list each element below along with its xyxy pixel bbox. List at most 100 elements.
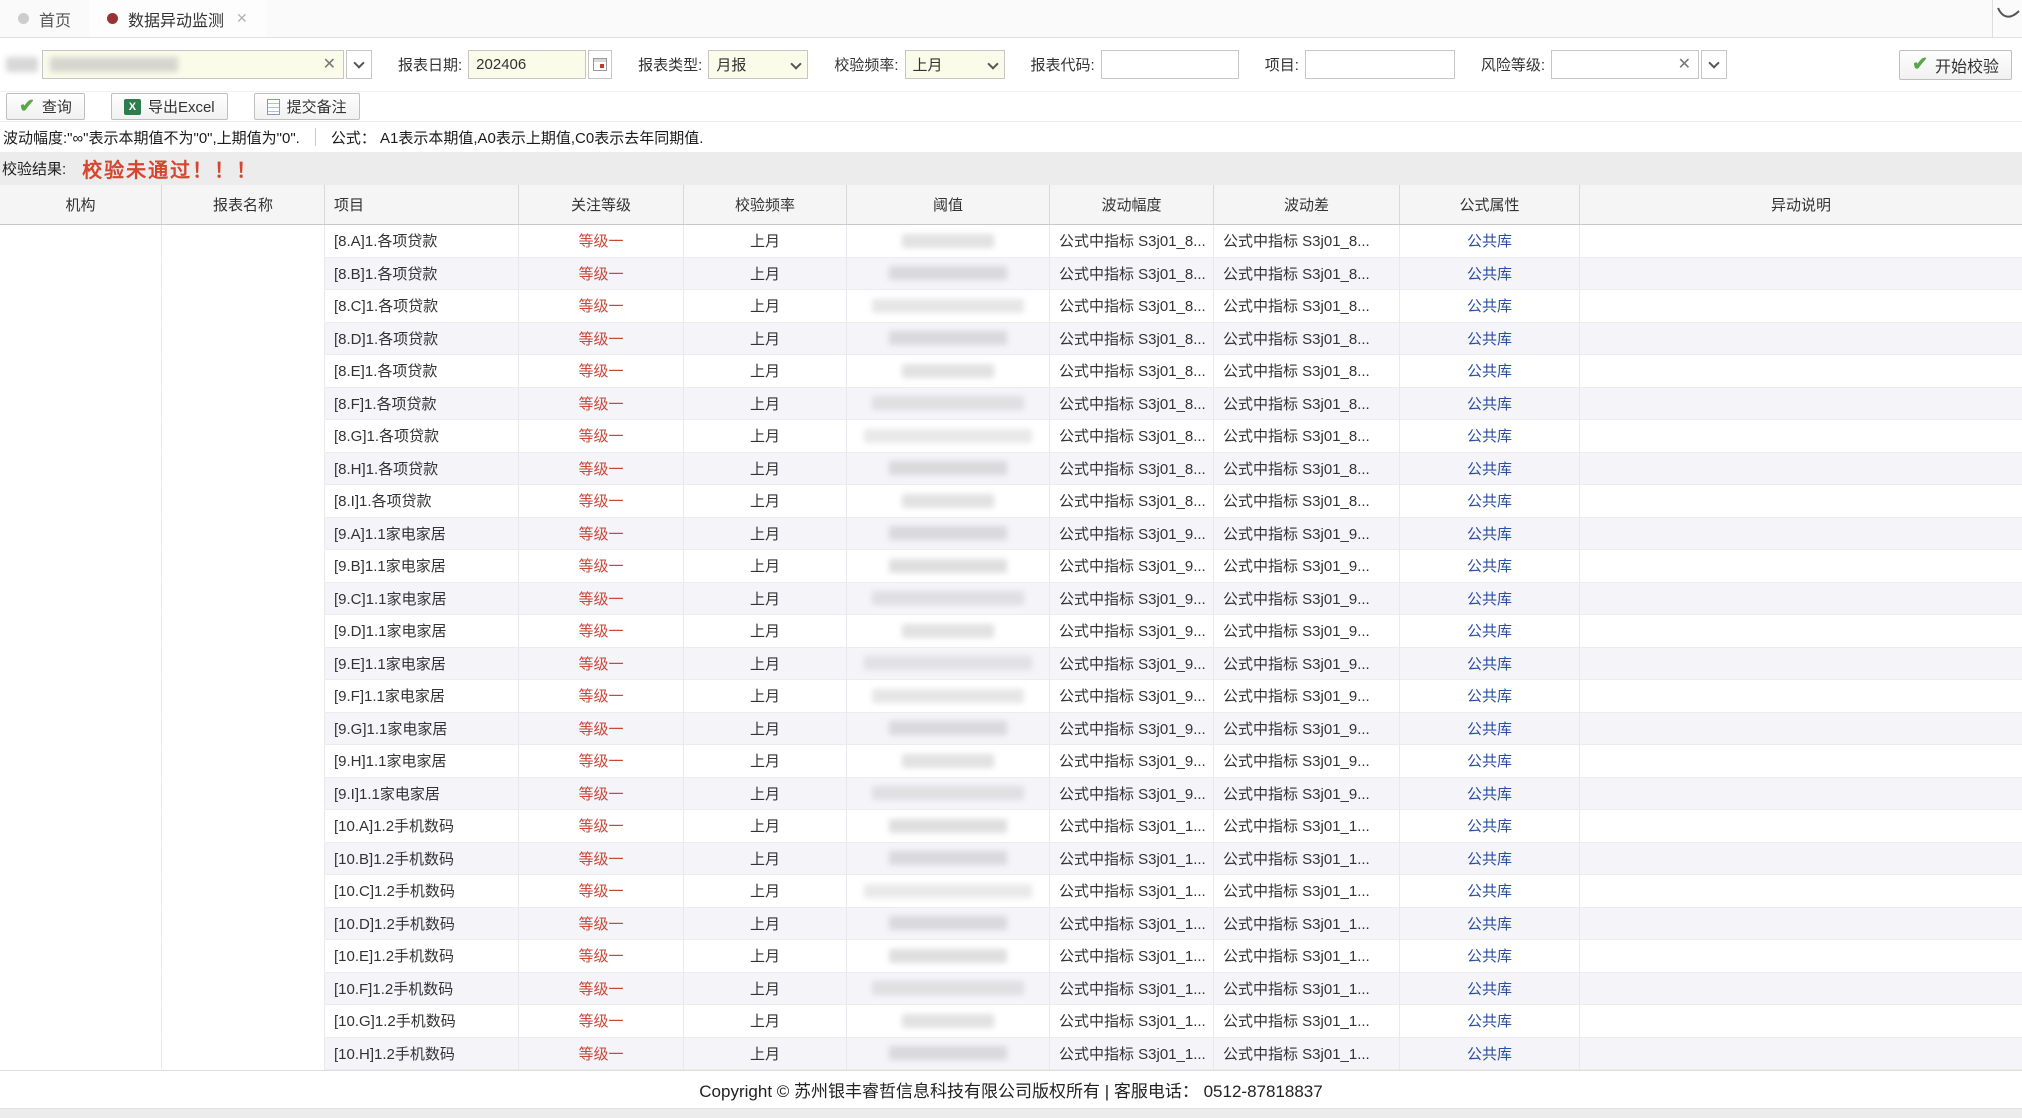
cell-attr[interactable]: 公共库 <box>1400 778 1580 811</box>
table-row[interactable]: [8.H]1.各项贷款等级一上月公式中指标 S3j01_8...公式中指标 S3… <box>0 453 2022 486</box>
cell-attr[interactable]: 公共库 <box>1400 420 1580 453</box>
cell-report-name <box>162 518 325 551</box>
start-check-button[interactable]: ✔ 开始校验 <box>1899 50 2012 80</box>
cell-note <box>1580 323 2022 356</box>
table-row[interactable]: [9.F]1.1家电家居等级一上月公式中指标 S3j01_9...公式中指标 S… <box>0 680 2022 713</box>
column-header-formula-attr: 公式属性 <box>1400 185 1580 224</box>
calendar-button[interactable] <box>588 50 612 79</box>
table-row[interactable]: [10.H]1.2手机数码等级一上月公式中指标 S3j01_1...公式中指标 … <box>0 1038 2022 1071</box>
cell-attr[interactable]: 公共库 <box>1400 1038 1580 1071</box>
cell-threshold <box>847 940 1050 973</box>
table-row[interactable]: [8.D]1.各项贷款等级一上月公式中指标 S3j01_8...公式中指标 S3… <box>0 323 2022 356</box>
table-row[interactable]: [10.G]1.2手机数码等级一上月公式中指标 S3j01_1...公式中指标 … <box>0 1005 2022 1038</box>
check-frequency-select[interactable]: 上月 <box>905 50 1005 79</box>
cell-threshold <box>847 388 1050 421</box>
cell-diff: 公式中指标 S3j01_8... <box>1214 225 1400 258</box>
risk-level-clear-icon[interactable]: ✕ <box>1678 57 1691 73</box>
table-row[interactable]: [9.H]1.1家电家居等级一上月公式中指标 S3j01_9...公式中指标 S… <box>0 745 2022 778</box>
cell-attr[interactable]: 公共库 <box>1400 355 1580 388</box>
risk-level-dropdown-button[interactable] <box>1701 50 1727 79</box>
tab-data-anomaly-monitor[interactable]: 数据异动监测 ✕ <box>89 0 266 37</box>
report-type-select[interactable]: 月报 <box>708 50 808 79</box>
cell-attr[interactable]: 公共库 <box>1400 583 1580 616</box>
cell-attr[interactable]: 公共库 <box>1400 1005 1580 1038</box>
cell-report-name <box>162 355 325 388</box>
table-row[interactable]: [9.E]1.1家电家居等级一上月公式中指标 S3j01_9...公式中指标 S… <box>0 648 2022 681</box>
table-row[interactable]: [8.I]1.各项贷款等级一上月公式中指标 S3j01_8...公式中指标 S3… <box>0 485 2022 518</box>
check-frequency-value: 上月 <box>913 54 943 75</box>
project-input[interactable] <box>1305 50 1455 79</box>
cell-threshold <box>847 875 1050 908</box>
cell-attr[interactable]: 公共库 <box>1400 615 1580 648</box>
table-row[interactable]: [8.F]1.各项贷款等级一上月公式中指标 S3j01_8...公式中指标 S3… <box>0 388 2022 421</box>
export-excel-button[interactable]: X 导出Excel <box>111 93 228 120</box>
cell-project: [8.E]1.各项贷款 <box>325 355 519 388</box>
cell-attr[interactable]: 公共库 <box>1400 453 1580 486</box>
cell-level: 等级一 <box>519 485 684 518</box>
cell-attr[interactable]: 公共库 <box>1400 843 1580 876</box>
cell-attr[interactable]: 公共库 <box>1400 323 1580 356</box>
table-row[interactable]: [9.B]1.1家电家居等级一上月公式中指标 S3j01_9...公式中指标 S… <box>0 550 2022 583</box>
cell-attr[interactable]: 公共库 <box>1400 388 1580 421</box>
table-row[interactable]: [8.G]1.各项贷款等级一上月公式中指标 S3j01_8...公式中指标 S3… <box>0 420 2022 453</box>
cell-attr[interactable]: 公共库 <box>1400 713 1580 746</box>
cell-attr[interactable]: 公共库 <box>1400 518 1580 551</box>
cell-org <box>0 1038 162 1071</box>
table-row[interactable]: [10.F]1.2手机数码等级一上月公式中指标 S3j01_1...公式中指标 … <box>0 973 2022 1006</box>
tab-home[interactable]: 首页 <box>0 0 89 37</box>
table-row[interactable]: [8.B]1.各项贷款等级一上月公式中指标 S3j01_8...公式中指标 S3… <box>0 258 2022 291</box>
table-row[interactable]: [10.D]1.2手机数码等级一上月公式中指标 S3j01_1...公式中指标 … <box>0 908 2022 941</box>
cell-diff: 公式中指标 S3j01_8... <box>1214 323 1400 356</box>
table-row[interactable]: [10.B]1.2手机数码等级一上月公式中指标 S3j01_1...公式中指标 … <box>0 843 2022 876</box>
cell-attr[interactable]: 公共库 <box>1400 875 1580 908</box>
table-row[interactable]: [9.A]1.1家电家居等级一上月公式中指标 S3j01_9...公式中指标 S… <box>0 518 2022 551</box>
collapse-curve-icon[interactable] <box>1996 3 2020 25</box>
cell-attr[interactable]: 公共库 <box>1400 290 1580 323</box>
tab-close-icon[interactable]: ✕ <box>236 10 248 27</box>
report-type-value: 月报 <box>716 54 746 75</box>
redacted-threshold <box>889 461 1007 475</box>
cell-attr[interactable]: 公共库 <box>1400 485 1580 518</box>
table-row[interactable]: [8.A]1.各项贷款等级一上月公式中指标 S3j01_8...公式中指标 S3… <box>0 225 2022 258</box>
cell-attr[interactable]: 公共库 <box>1400 258 1580 291</box>
submit-remark-button[interactable]: 提交备注 <box>254 93 360 120</box>
cell-org <box>0 290 162 323</box>
cell-level: 等级一 <box>519 518 684 551</box>
check-frequency-label: 校验频率: <box>834 54 898 75</box>
cell-attr[interactable]: 公共库 <box>1400 940 1580 973</box>
cell-diff: 公式中指标 S3j01_8... <box>1214 355 1400 388</box>
org-clear-icon[interactable]: ✕ <box>323 57 336 73</box>
table-row[interactable]: [9.C]1.1家电家居等级一上月公式中指标 S3j01_9...公式中指标 S… <box>0 583 2022 616</box>
table-row[interactable]: [8.C]1.各项贷款等级一上月公式中指标 S3j01_8...公式中指标 S3… <box>0 290 2022 323</box>
table-row[interactable]: [9.I]1.1家电家居等级一上月公式中指标 S3j01_9...公式中指标 S… <box>0 778 2022 811</box>
cell-freq: 上月 <box>684 778 847 811</box>
org-dropdown-button[interactable] <box>346 50 372 79</box>
org-combobox[interactable]: ✕ <box>42 50 344 79</box>
cell-attr[interactable]: 公共库 <box>1400 810 1580 843</box>
risk-level-combobox[interactable]: ✕ <box>1551 50 1699 79</box>
cell-threshold <box>847 843 1050 876</box>
formula-note: 公式： A1表示本期值,A0表示上期值,C0表示去年同期值. <box>331 127 704 148</box>
cell-attr[interactable]: 公共库 <box>1400 225 1580 258</box>
column-header-amplitude: 波动幅度 <box>1050 185 1214 224</box>
cell-attr[interactable]: 公共库 <box>1400 648 1580 681</box>
cell-attr[interactable]: 公共库 <box>1400 745 1580 778</box>
report-date-input[interactable] <box>468 50 586 79</box>
table-row[interactable]: [9.G]1.1家电家居等级一上月公式中指标 S3j01_9...公式中指标 S… <box>0 713 2022 746</box>
table-row[interactable]: [9.D]1.1家电家居等级一上月公式中指标 S3j01_9...公式中指标 S… <box>0 615 2022 648</box>
table-row[interactable]: [10.A]1.2手机数码等级一上月公式中指标 S3j01_1...公式中指标 … <box>0 810 2022 843</box>
cell-diff: 公式中指标 S3j01_9... <box>1214 745 1400 778</box>
query-button[interactable]: ✔ 查询 <box>6 93 85 120</box>
cell-freq: 上月 <box>684 875 847 908</box>
cell-diff: 公式中指标 S3j01_9... <box>1214 778 1400 811</box>
cell-attr[interactable]: 公共库 <box>1400 973 1580 1006</box>
table-row[interactable]: [8.E]1.各项贷款等级一上月公式中指标 S3j01_8...公式中指标 S3… <box>0 355 2022 388</box>
report-code-input[interactable] <box>1101 50 1239 79</box>
cell-org <box>0 258 162 291</box>
cell-attr[interactable]: 公共库 <box>1400 550 1580 583</box>
cell-attr[interactable]: 公共库 <box>1400 680 1580 713</box>
cell-attr[interactable]: 公共库 <box>1400 908 1580 941</box>
table-row[interactable]: [10.C]1.2手机数码等级一上月公式中指标 S3j01_1...公式中指标 … <box>0 875 2022 908</box>
cell-note <box>1580 908 2022 941</box>
table-row[interactable]: [10.E]1.2手机数码等级一上月公式中指标 S3j01_1...公式中指标 … <box>0 940 2022 973</box>
